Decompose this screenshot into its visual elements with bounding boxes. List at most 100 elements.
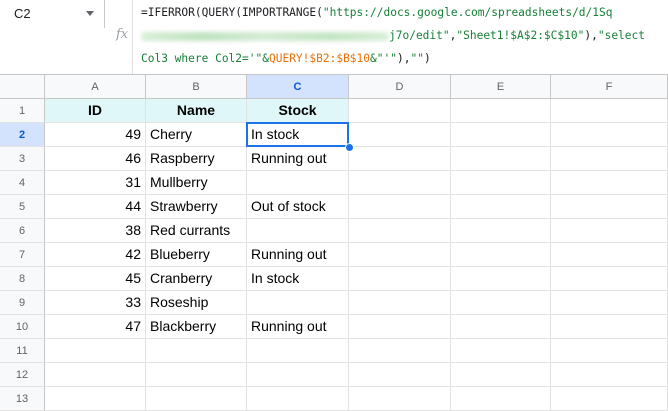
name-box[interactable]: C2 [0,0,105,28]
grid-cell[interactable] [349,387,451,411]
fill-handle[interactable] [345,143,354,152]
cell-name[interactable]: Raspberry [146,147,247,171]
row-header-7[interactable]: 7 [0,243,45,267]
grid-cell[interactable] [451,315,551,339]
row-header-3[interactable]: 3 [0,147,45,171]
grid-cell[interactable] [349,315,451,339]
grid-cell[interactable] [551,99,668,123]
column-header-c[interactable]: C [247,75,349,99]
grid-cell[interactable] [349,195,451,219]
grid-cell[interactable] [349,291,451,315]
cell-id[interactable]: 42 [45,243,146,267]
grid-cell[interactable] [349,99,451,123]
row-header-8[interactable]: 8 [0,267,45,291]
grid-cell[interactable] [146,339,247,363]
cell-id[interactable]: 44 [45,195,146,219]
column-header-f[interactable]: F [551,75,668,99]
formula-line-1[interactable]: =IFERROR(QUERY(IMPORTRANGE("https://docs… [141,5,612,21]
grid-cell[interactable] [146,387,247,411]
grid-cell[interactable] [45,387,146,411]
grid-cell[interactable] [451,99,551,123]
grid-cell[interactable] [45,339,146,363]
row-header-10[interactable]: 10 [0,315,45,339]
cell-stock[interactable]: In stock [247,123,349,147]
chevron-down-icon[interactable] [86,11,94,16]
grid-cell[interactable] [551,315,668,339]
grid-cell[interactable] [146,363,247,387]
grid-cell[interactable] [551,339,668,363]
cell-name[interactable]: Strawberry [146,195,247,219]
grid-cell[interactable] [247,339,349,363]
grid-cell[interactable] [349,363,451,387]
header-cell-stock[interactable]: Stock [247,99,349,123]
grid-cell[interactable] [451,243,551,267]
grid-cell[interactable] [349,339,451,363]
cell-name[interactable]: Cranberry [146,267,247,291]
grid-cell[interactable] [349,267,451,291]
grid-cell[interactable] [451,291,551,315]
cell-stock[interactable]: Running out [247,243,349,267]
column-header-d[interactable]: D [349,75,451,99]
grid-cell[interactable] [551,363,668,387]
cell-name[interactable]: Blueberry [146,243,247,267]
cell-stock[interactable]: Out of stock [247,195,349,219]
cell-name[interactable]: Red currants [146,219,247,243]
row-header-12[interactable]: 12 [0,363,45,387]
grid-cell[interactable] [45,363,146,387]
grid-cell[interactable] [451,171,551,195]
row-header-5[interactable]: 5 [0,195,45,219]
column-header-b[interactable]: B [146,75,247,99]
row-header-2[interactable]: 2 [0,123,45,147]
row-header-6[interactable]: 6 [0,219,45,243]
select-all-corner[interactable] [0,75,45,99]
grid-cell[interactable] [451,363,551,387]
cell-id[interactable]: 46 [45,147,146,171]
cell-id[interactable]: 49 [45,123,146,147]
header-cell-id[interactable]: ID [45,99,146,123]
cell-id[interactable]: 45 [45,267,146,291]
cell-name[interactable]: Mullberry [146,171,247,195]
grid-cell[interactable] [551,147,668,171]
cell-stock[interactable]: In stock [247,267,349,291]
formula-line-3[interactable]: Col3 where Col2='"&QUERY!$B2:$B$10&"'"),… [141,51,431,67]
cell-stock[interactable]: Running out [247,315,349,339]
cell-name[interactable]: Roseship [146,291,247,315]
grid-cell[interactable] [349,123,451,147]
row-header-11[interactable]: 11 [0,339,45,363]
grid-cell[interactable] [551,291,668,315]
formula-line-2[interactable]: j7o/edit","Sheet1!$A$2:$C$10"),"select [141,28,645,44]
grid-cell[interactable] [451,339,551,363]
grid-cell[interactable] [349,171,451,195]
cell-id[interactable]: 33 [45,291,146,315]
row-header-9[interactable]: 9 [0,291,45,315]
grid-cell[interactable] [551,387,668,411]
grid-cell[interactable] [451,219,551,243]
row-header-13[interactable]: 13 [0,387,45,411]
cell-name[interactable]: Blackberry [146,315,247,339]
grid-cell[interactable] [451,267,551,291]
cell-id[interactable]: 47 [45,315,146,339]
column-header-e[interactable]: E [451,75,551,99]
grid-cell[interactable] [349,219,451,243]
column-header-a[interactable]: A [45,75,146,99]
header-cell-name[interactable]: Name [146,99,247,123]
grid-cell[interactable] [551,123,668,147]
cell-name[interactable]: Cherry [146,123,247,147]
grid-cell[interactable] [349,147,451,171]
grid-cell[interactable] [551,195,668,219]
grid-cell[interactable] [349,243,451,267]
grid-cell[interactable] [451,123,551,147]
cell-id[interactable]: 31 [45,171,146,195]
grid-cell[interactable] [451,387,551,411]
grid-cell[interactable] [247,363,349,387]
grid-cell[interactable] [451,147,551,171]
cell-stock[interactable] [247,219,349,243]
cell-id[interactable]: 38 [45,219,146,243]
cell-stock[interactable] [247,171,349,195]
grid-cell[interactable] [551,243,668,267]
grid-cell[interactable] [551,219,668,243]
grid-cell[interactable] [247,387,349,411]
grid-cell[interactable] [551,171,668,195]
cell-stock[interactable] [247,291,349,315]
row-header-4[interactable]: 4 [0,171,45,195]
